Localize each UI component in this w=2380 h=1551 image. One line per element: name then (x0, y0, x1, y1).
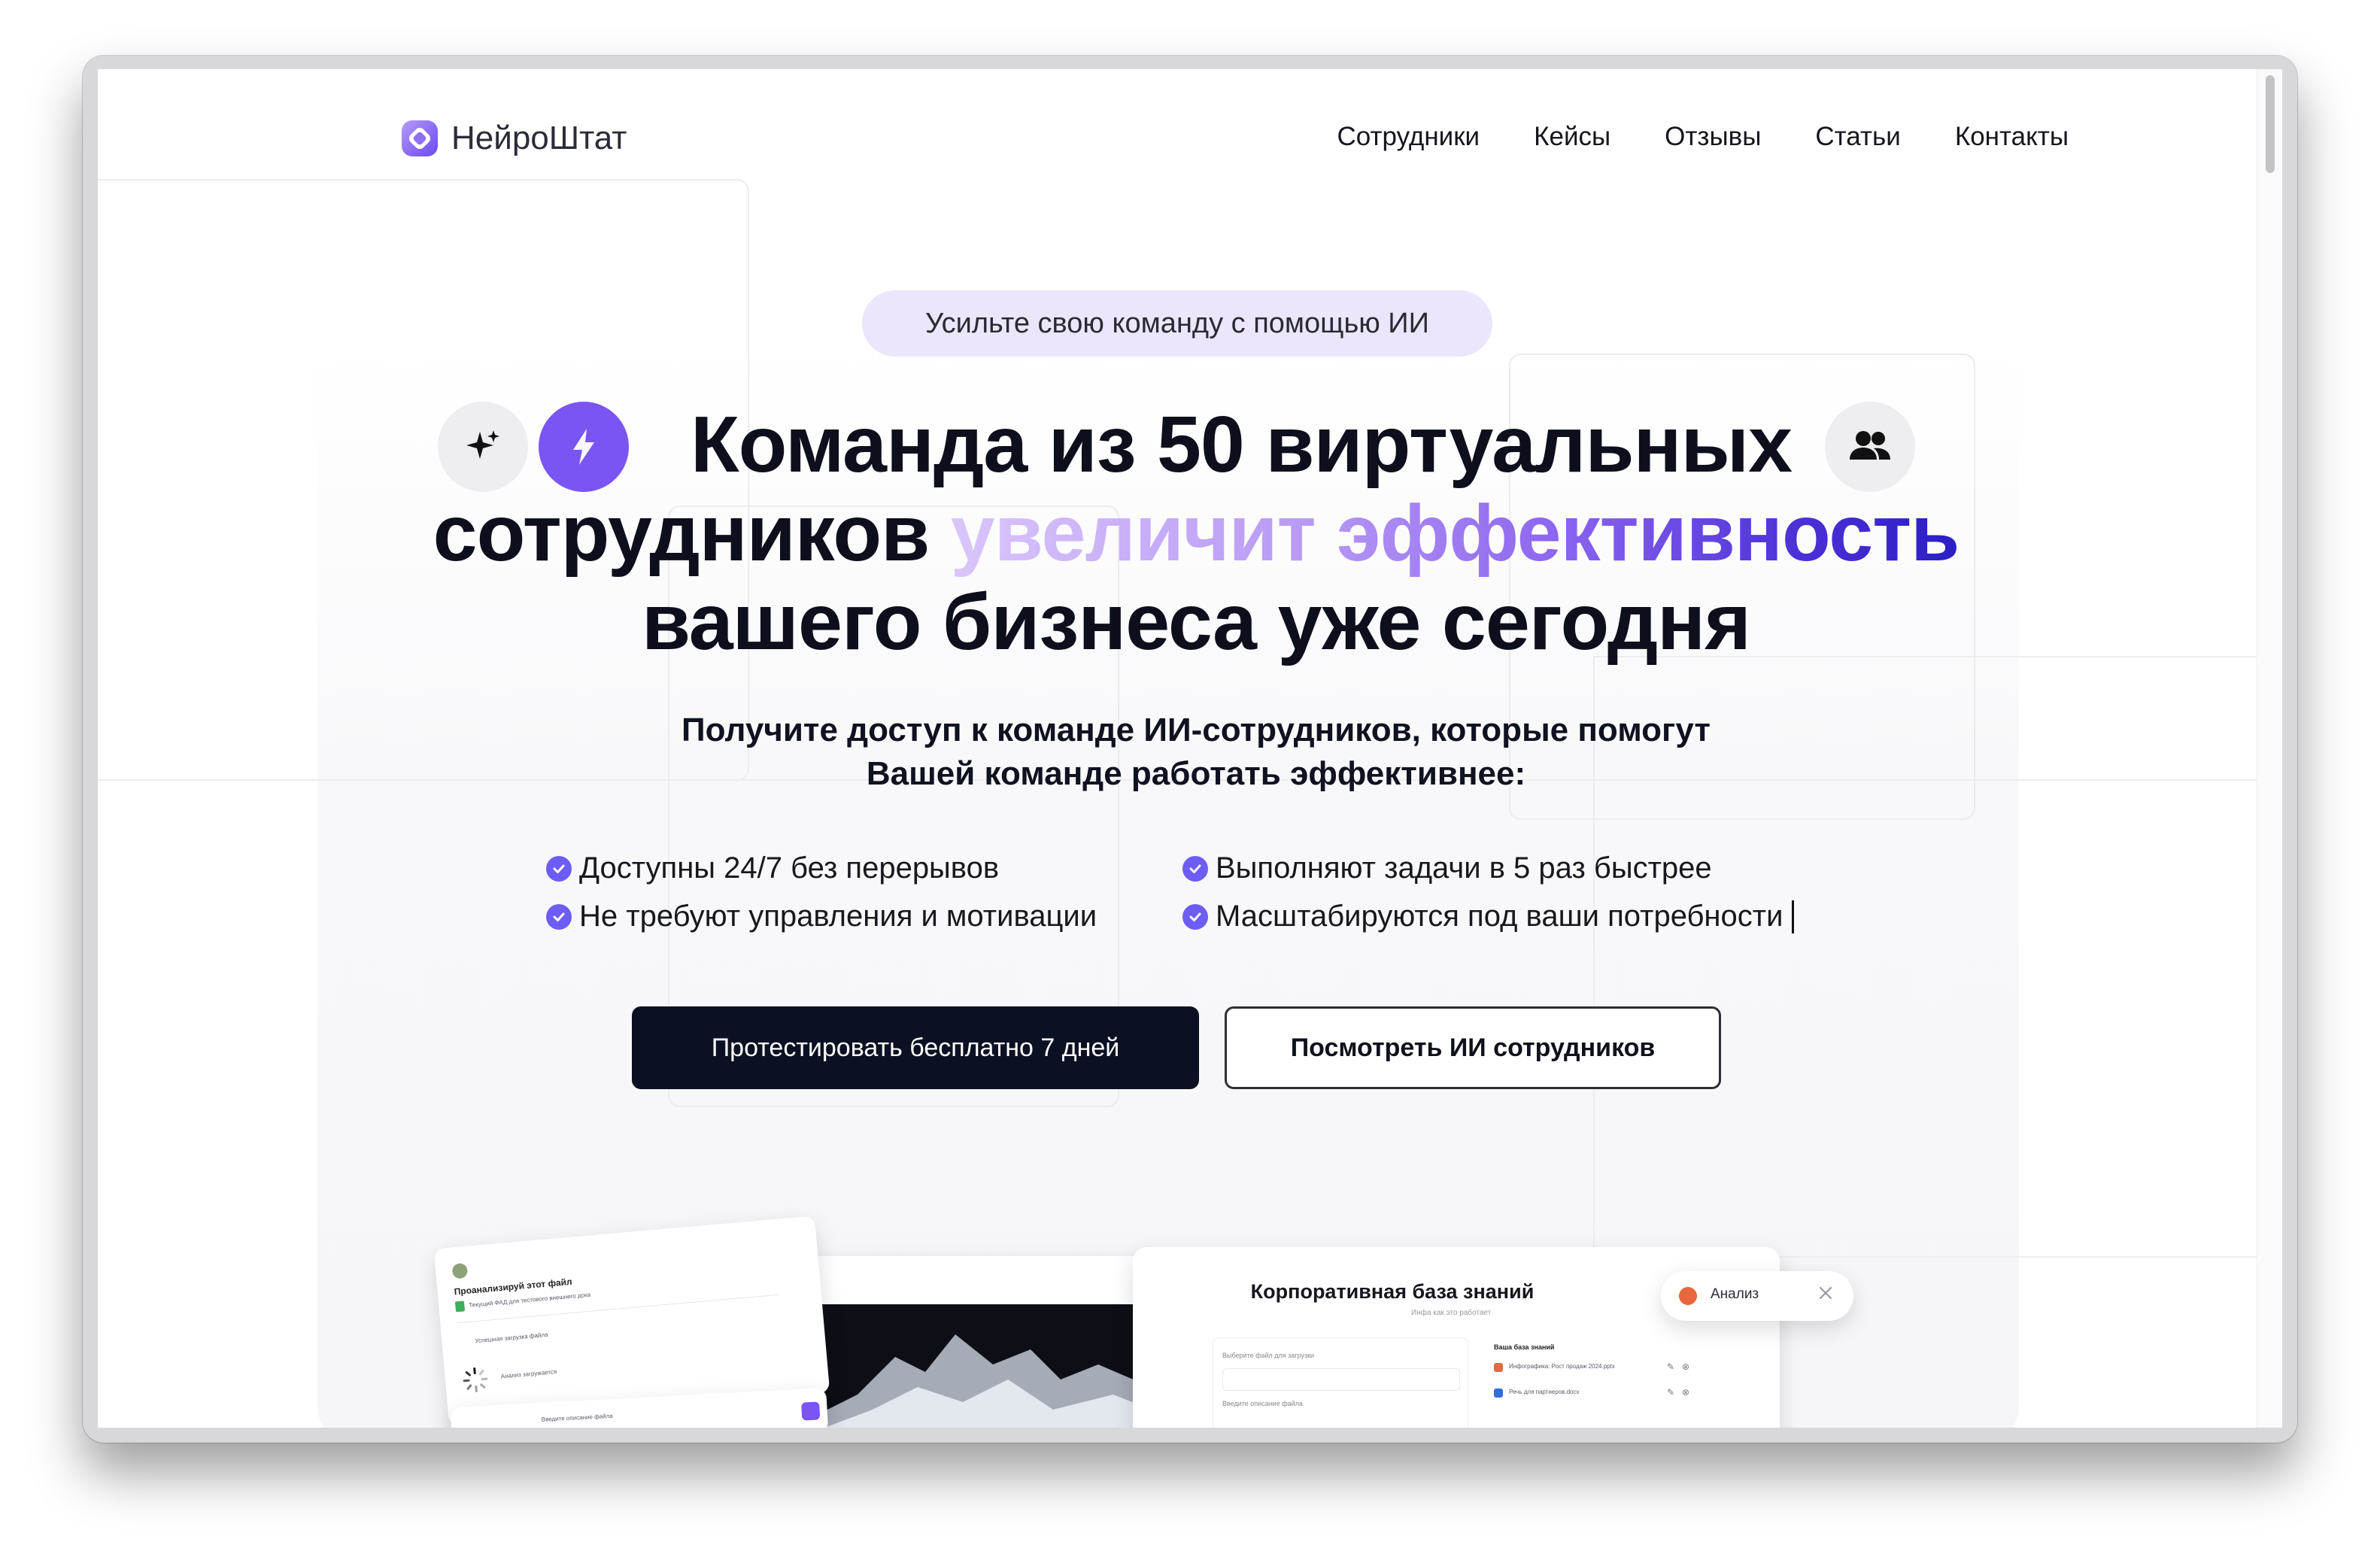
feature-text: Масштабируются под ваши потребности (1216, 900, 1783, 933)
pptx-icon (1494, 1363, 1503, 1372)
kb-desc-label: Введите описание файла (1222, 1400, 1303, 1407)
feature-item: Масштабируются под ваши потребности (1182, 900, 1795, 933)
feature-item: Выполняют задачи в 5 раз быстрее (1182, 851, 1712, 885)
landing-page: НейроШтат Сотрудники Кейсы Отзывы Статьи… (98, 69, 2282, 1428)
nav-item-cases[interactable]: Кейсы (1534, 122, 1610, 152)
feature-item: Доступны 24/7 без перерывов (546, 851, 999, 885)
feature-item: Не требуют управления и мотивации (546, 900, 1097, 933)
nav-item-reviews[interactable]: Отзывы (1665, 122, 1761, 152)
feature-text: Доступны 24/7 без перерывов (579, 851, 1000, 885)
mountain-image (812, 1334, 1151, 1428)
chat-input-hint: Введите описание файла (541, 1412, 613, 1423)
video-preview[interactable] (812, 1256, 1151, 1428)
loading-spinner-icon (461, 1365, 490, 1395)
text-caret (1792, 900, 1795, 933)
status-done: Успешная загрузка файла (475, 1331, 548, 1345)
hero-subtitle: Получите доступ к команде ИИ-сотрудников… (519, 709, 1873, 796)
nav-item-articles[interactable]: Статьи (1815, 122, 1900, 152)
toast-label: Анализ (1711, 1286, 1759, 1302)
try-free-button[interactable]: Протестировать бесплатно 7 дней (632, 1006, 1199, 1089)
kb-upload-panel: Выберите файл для загрузки Введите описа… (1213, 1337, 1468, 1428)
video-top-bar (812, 1256, 1151, 1304)
kb-file-name[interactable]: Речь для партнеров.docx (1509, 1389, 1579, 1395)
logo[interactable]: НейроШтат (399, 117, 627, 159)
browser-window: НейроШтат Сотрудники Кейсы Отзывы Статьи… (83, 56, 2297, 1443)
check-icon (546, 903, 572, 930)
feature-text: Не требуют управления и мотивации (579, 900, 1097, 933)
headline-line-3: вашего бизнеса уже сегодня (641, 578, 1751, 666)
hero-badge: Усильте свою команду с помощью ИИ (862, 290, 1492, 357)
nav-item-employees[interactable]: Сотрудники (1337, 122, 1480, 152)
scrollbar[interactable] (2257, 69, 2282, 1428)
headline-gradient: увеличит эффективность (950, 489, 1960, 578)
close-icon[interactable] (1814, 1282, 1837, 1304)
remove-icon[interactable]: ⊗ (1682, 1387, 1689, 1398)
avatar (451, 1262, 469, 1279)
headline-line-1: Команда из 50 виртуальных (690, 400, 1793, 489)
edit-icon[interactable]: ✎ (1667, 1361, 1674, 1372)
headline-plain: сотрудников (433, 489, 930, 578)
brand-name: НейроШтат (451, 120, 627, 156)
file-icon (454, 1301, 466, 1313)
main-nav: Сотрудники Кейсы Отзывы Статьи Контакты (1337, 122, 2069, 152)
check-icon (546, 855, 572, 882)
subtitle-line-1: Получите доступ к команде ИИ-сотрудников… (682, 712, 1711, 748)
status-dot (1679, 1287, 1697, 1305)
analysis-toast: Анализ (1661, 1271, 1853, 1321)
logo-icon (399, 117, 441, 159)
subtitle-line-2: Вашей команде работать эффективнее: (866, 755, 1526, 792)
check-icon (1182, 903, 1208, 930)
feature-text: Выполняют задачи в 5 раз быстрее (1216, 851, 1712, 885)
kb-file-name[interactable]: Инфографика: Рост продаж 2024.pptx (1509, 1363, 1615, 1370)
scroll-thumb[interactable] (2266, 75, 2275, 173)
nav-item-contacts[interactable]: Контакты (1955, 122, 2069, 152)
send-icon[interactable] (801, 1401, 821, 1421)
kb-subtitle: Инфа как это работает (1411, 1309, 1492, 1317)
kb-upload-label: Выберите файл для загрузки (1222, 1352, 1315, 1359)
check-icon (1182, 855, 1208, 882)
site-header: НейроШтат Сотрудники Кейсы Отзывы Статьи… (399, 101, 2069, 168)
edit-icon[interactable]: ✎ (1667, 1387, 1674, 1398)
kb-list-title: Ваша база знаний (1494, 1343, 1555, 1351)
view-employees-button[interactable]: Посмотреть ИИ сотрудников (1225, 1006, 1721, 1089)
kb-file-list: Ваша база знаний Инфографика: Рост прода… (1479, 1337, 1750, 1428)
kb-file-input[interactable] (1222, 1368, 1460, 1391)
remove-icon[interactable]: ⊗ (1682, 1361, 1689, 1372)
headline-line-2: сотрудников увеличит эффективность (369, 489, 2023, 578)
hero-headline: Команда из 50 виртуальных сотрудников ув… (369, 400, 2023, 666)
status-loading: Анализ загружается (500, 1367, 557, 1380)
docx-icon (1494, 1389, 1503, 1398)
